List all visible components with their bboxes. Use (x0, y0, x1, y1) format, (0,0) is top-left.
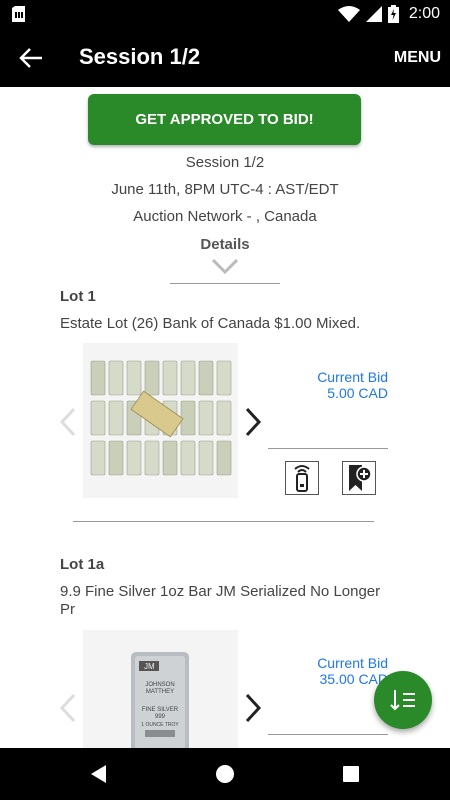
sort-list-icon (390, 690, 415, 711)
clock-time: 2:00 (408, 5, 440, 22)
banknote (126, 440, 142, 476)
banknote (90, 400, 106, 436)
sort-fab-button[interactable] (374, 671, 432, 729)
get-approved-button[interactable]: GET APPROVED TO BID! (88, 94, 361, 145)
lot-photo[interactable]: JM JOHNSON MATTHEY FINE SILVER 999 1 OUN… (83, 630, 238, 748)
app-bar: Session 1/2 MENU (0, 28, 450, 87)
lot-description[interactable]: 9.9 Fine Silver 1oz Bar JM Serialized No… (60, 583, 395, 619)
menu-button[interactable]: MENU (394, 49, 441, 67)
nav-home-icon[interactable] (213, 762, 237, 786)
banknote (216, 360, 232, 396)
sim-card-icon (12, 6, 25, 22)
remote-signal-icon (294, 465, 310, 492)
chevron-down-icon[interactable] (212, 259, 238, 275)
banknote (198, 440, 214, 476)
bar-brand-line2: MATTHEY (146, 689, 174, 695)
lot-number[interactable]: Lot 1 (60, 288, 96, 305)
banknote (216, 440, 232, 476)
chevron-right-icon[interactable] (243, 407, 263, 437)
session-content[interactable]: GET APPROVED TO BID! Session 1/2 June 11… (0, 87, 450, 748)
bar-fine-text: FINE SILVER (142, 707, 179, 713)
lot-photo[interactable] (83, 343, 238, 498)
battery-charging-icon (387, 5, 399, 23)
banknote (126, 360, 142, 396)
nav-back-icon[interactable] (87, 762, 111, 786)
details-toggle[interactable]: Details (0, 236, 450, 253)
current-bid-label: Current Bid (317, 655, 388, 671)
banknote (216, 400, 232, 436)
divider (268, 448, 388, 449)
session-name: Session 1/2 (185, 154, 265, 171)
lot-number[interactable]: Lot 1a (60, 556, 104, 573)
banknote (90, 360, 106, 396)
chevron-right-icon[interactable] (243, 693, 263, 723)
banknote (90, 440, 106, 476)
session-date: June 11th, 8PM UTC-4 : AST/EDT (111, 181, 339, 198)
chevron-left-icon[interactable] (58, 693, 78, 723)
cell-signal-icon (365, 6, 382, 22)
session-location: Auction Network - , Canada (133, 208, 317, 225)
bar-purity: 999 (155, 714, 166, 720)
back-arrow-icon[interactable] (18, 45, 44, 71)
banknote (180, 440, 196, 476)
lot-divider (73, 521, 374, 522)
bar-brand-line1: JOHNSON (145, 682, 174, 688)
watch-lot-button[interactable] (342, 461, 376, 495)
chevron-left-icon[interactable] (58, 407, 78, 437)
current-bid-value: 35.00 CAD (319, 671, 388, 687)
banknote (108, 400, 124, 436)
system-nav-bar (0, 748, 450, 800)
divider (170, 283, 280, 284)
banknote (108, 440, 124, 476)
banknote (162, 440, 178, 476)
banknote (162, 360, 178, 396)
banknote (180, 360, 196, 396)
lot-description[interactable]: Estate Lot (26) Bank of Canada $1.00 Mix… (60, 315, 395, 333)
banknote (180, 400, 196, 436)
current-bid-value: 5.00 CAD (327, 385, 388, 401)
current-bid-label: Current Bid (317, 369, 388, 385)
banknote (198, 400, 214, 436)
banknote (198, 360, 214, 396)
bar-weight: 1 OUNCE TROY (141, 722, 179, 728)
status-bar: 2:00 (0, 0, 450, 28)
banknote (108, 360, 124, 396)
banknote (144, 440, 160, 476)
remote-bid-button[interactable] (285, 461, 319, 495)
bar-brand-mark: JM (144, 662, 155, 671)
bookmark-add-icon (349, 465, 372, 491)
nav-recents-icon[interactable] (339, 762, 363, 786)
divider (268, 734, 388, 735)
wifi-icon (337, 6, 360, 22)
banknote (144, 360, 160, 396)
page-title: Session 1/2 (79, 44, 201, 69)
